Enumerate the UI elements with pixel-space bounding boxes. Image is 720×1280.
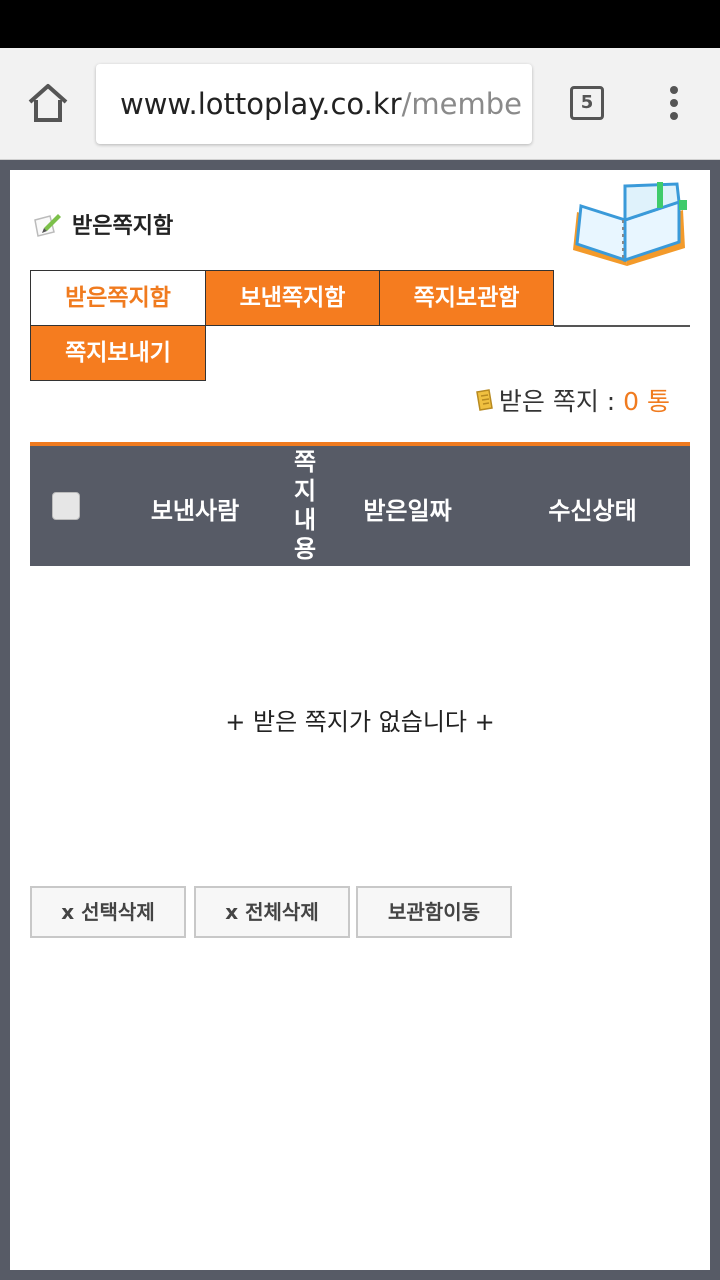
notebook-icon: [565, 180, 690, 270]
move-to-archive-button[interactable]: 보관함이동: [356, 886, 512, 938]
received-count: 받은 쪽지 : 0 통: [473, 382, 670, 418]
overflow-menu-icon[interactable]: [664, 86, 684, 126]
header-status: 수신상태: [548, 497, 637, 525]
tab-sent[interactable]: 보낸쪽지함: [205, 270, 380, 326]
delete-all-button[interactable]: x 전체삭제: [194, 886, 350, 938]
count-value: 0 통: [623, 387, 670, 416]
note-icon: [473, 388, 495, 418]
pencil-icon: [32, 210, 64, 244]
page-title-text: 받은쪽지함: [72, 214, 174, 239]
delete-selected-button[interactable]: x 선택삭제: [30, 886, 186, 938]
select-all-checkbox[interactable]: [52, 492, 80, 520]
browser-toolbar: www.lottoplay.co.kr/membe 5: [0, 48, 720, 160]
url-path: /membe: [401, 87, 522, 121]
count-label: 받은 쪽지 :: [498, 387, 624, 416]
status-bar: [0, 0, 720, 48]
tab-switcher-button[interactable]: 5: [570, 86, 604, 120]
tab-inbox[interactable]: 받은쪽지함: [30, 270, 206, 326]
message-page: 받은쪽지함 받은쪽지함 보낸쪽지함 쪽지보관함 쪽지보내기 받은 쪽지 : 0 …: [10, 170, 710, 1270]
tab-divider: [554, 325, 690, 327]
page-title: 받은쪽지함: [32, 208, 173, 244]
header-date: 받은일짜: [363, 497, 452, 525]
home-icon[interactable]: [24, 78, 72, 130]
tab-compose[interactable]: 쪽지보내기: [30, 325, 206, 381]
message-table-header: 보낸사람 쪽지내용 받은일짜 수신상태: [30, 442, 690, 566]
address-bar[interactable]: www.lottoplay.co.kr/membe: [96, 64, 532, 144]
tab-archive[interactable]: 쪽지보관함: [379, 270, 554, 326]
header-sender: 보낸사람: [150, 497, 240, 525]
empty-message: + 받은 쪽지가 없습니다 +: [225, 708, 495, 736]
url-host: www.lottoplay.co.kr: [120, 87, 402, 121]
header-content: 쪽지내용: [293, 448, 317, 563]
